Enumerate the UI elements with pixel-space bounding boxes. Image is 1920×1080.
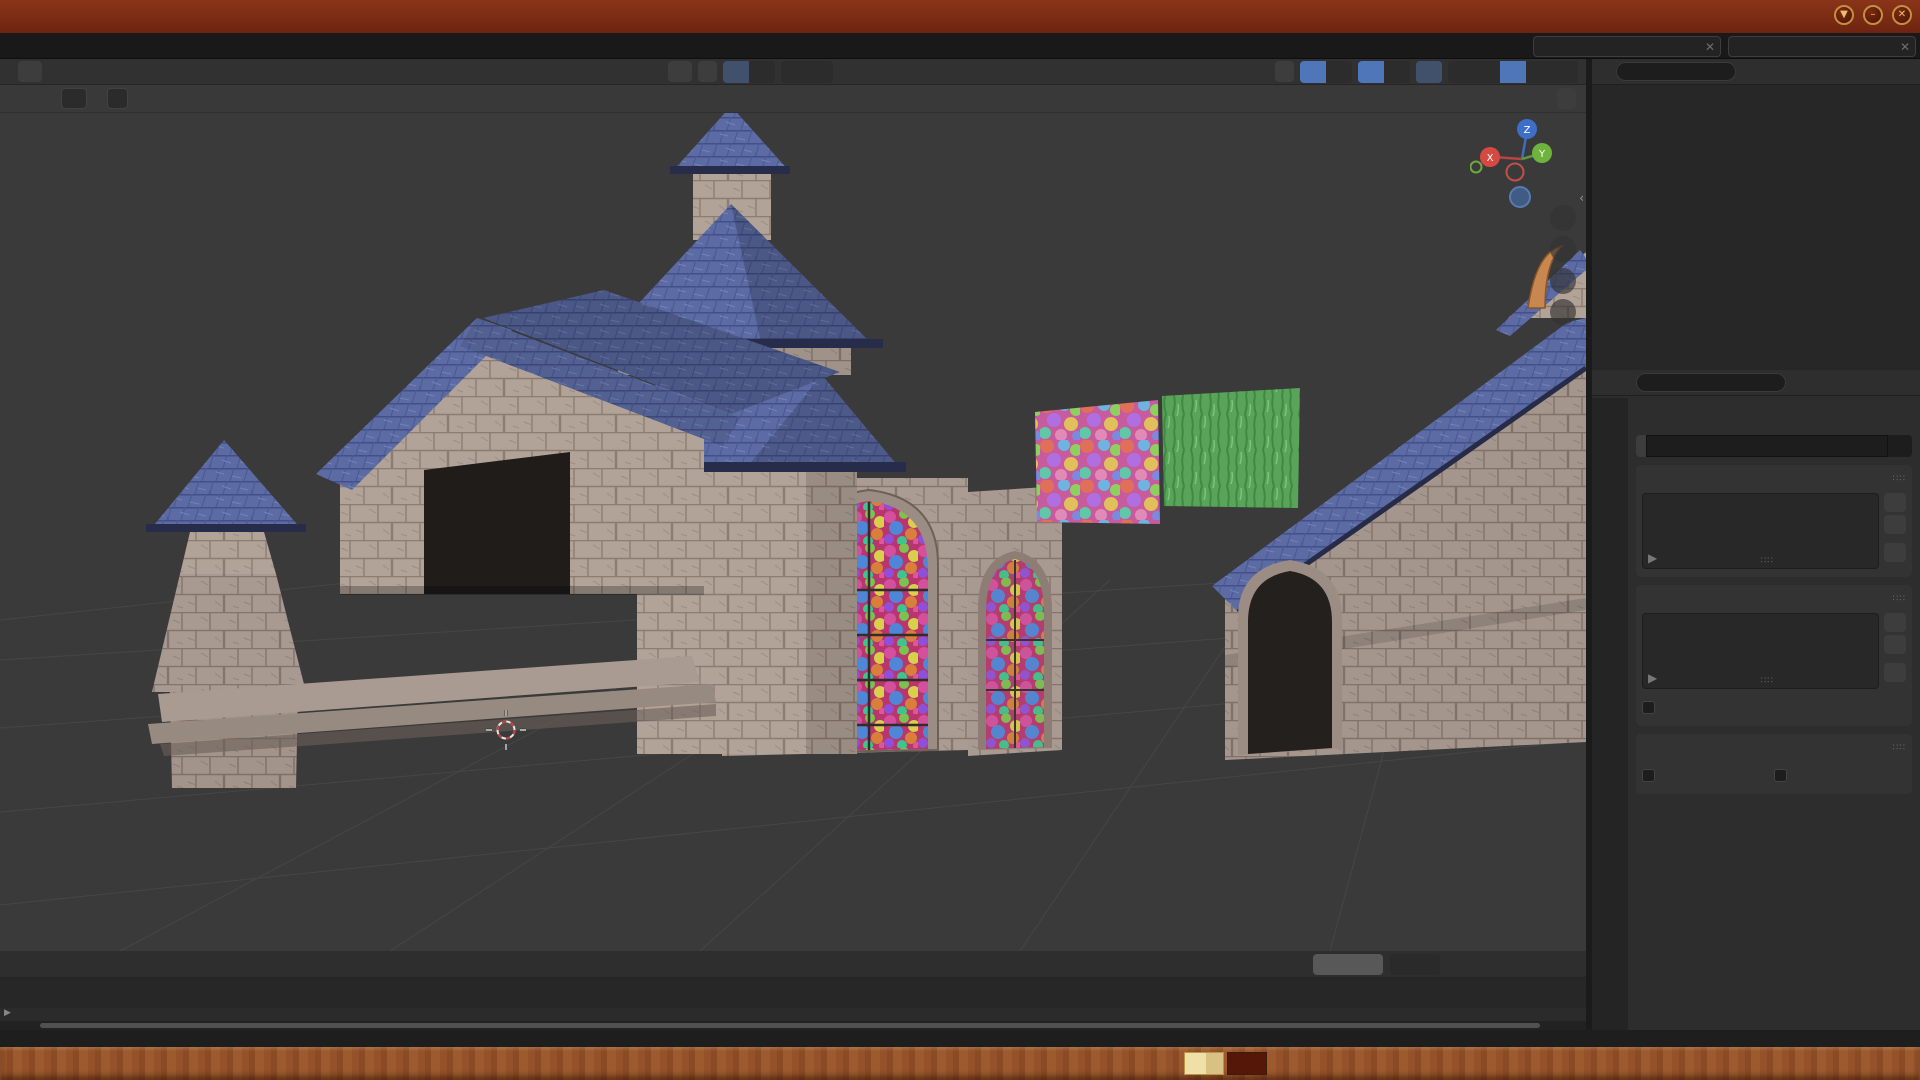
panel-grip[interactable]: ∷∷ (1893, 743, 1906, 753)
shading-options[interactable] (1552, 61, 1578, 83)
viewport-3d[interactable]: Z X Y ‹ (0, 113, 1586, 951)
remove-viewlayer-icon[interactable]: ✕ (1900, 40, 1910, 54)
overlays-options[interactable] (1384, 61, 1410, 83)
sidebar-toggle[interactable]: ‹ (1579, 191, 1584, 205)
gizmos-options[interactable] (1326, 61, 1352, 83)
panel-grip[interactable]: ∷∷ (1893, 474, 1906, 484)
window-titlebar[interactable]: ▼ – ✕ (0, 0, 1920, 33)
timeline-editor: ▶ (0, 951, 1586, 1030)
breadcrumb (1636, 404, 1912, 426)
babylon-panel-header[interactable]: ∷∷ (1642, 738, 1906, 758)
channel-expand-arrow[interactable]: ▶ (4, 1008, 11, 1018)
desktop-2[interactable] (1227, 1052, 1267, 1075)
zoom-button[interactable] (1550, 205, 1576, 231)
window-minimize-button[interactable]: – (1863, 5, 1883, 25)
vertex-group-specials[interactable] (1884, 543, 1906, 562)
add-rest-position-checkbox[interactable] (1642, 701, 1655, 714)
current-frame-field[interactable] (1313, 954, 1383, 975)
properties-search-input[interactable] (1636, 373, 1786, 392)
vertex-groups-header[interactable]: ∷∷ (1642, 469, 1906, 489)
shading-material-button[interactable] (1500, 61, 1526, 83)
proportional-edit-toggle[interactable] (781, 61, 807, 83)
blender-desktop: ▼ – ✕ ✕ ✕ (0, 0, 1920, 1080)
falloff-selector[interactable] (807, 61, 833, 83)
shape-key-specials[interactable] (1884, 663, 1906, 682)
remove-vertex-group-button[interactable] (1884, 515, 1906, 534)
timeline-track[interactable]: ▶ (0, 1008, 1586, 1021)
properties-editor: ∷∷ ▶ ∷∷ ∷∷ (1592, 370, 1920, 1030)
shape-keys-list[interactable]: ▶ ∷∷ (1642, 613, 1879, 689)
shading-solid-button[interactable] (1474, 61, 1500, 83)
ortho-toggle-button[interactable] (1550, 299, 1576, 325)
texture-plane-green (1162, 388, 1300, 508)
scene-render (0, 113, 1586, 951)
snap-mode-selector[interactable] (749, 61, 775, 83)
add-shape-key-button[interactable] (1884, 613, 1906, 632)
frame-range-fields[interactable] (1390, 954, 1440, 975)
vertex-groups-panel: ∷∷ ▶ ∷∷ (1636, 465, 1912, 577)
transform-orientation-selector[interactable] (668, 61, 692, 82)
options-dropdown[interactable] (1557, 88, 1576, 109)
unlink-scene-icon[interactable]: ✕ (1705, 40, 1715, 54)
orientation-selector[interactable] (61, 88, 87, 109)
vertex-groups-list[interactable]: ▶ ∷∷ (1642, 493, 1879, 569)
status-bar (0, 1030, 1920, 1047)
list-grip[interactable]: ∷∷ (1761, 556, 1774, 566)
play-reverse-button[interactable] (789, 954, 809, 974)
receive-shadows-checkbox[interactable] (1774, 769, 1787, 782)
shading-wireframe-button[interactable] (1448, 61, 1474, 83)
snap-toggle[interactable] (723, 61, 749, 83)
timeline-ruler[interactable] (0, 978, 1586, 1008)
next-keyframe-button[interactable] (833, 954, 853, 974)
outliner-search-input[interactable] (1616, 62, 1736, 81)
object-visibility-selector[interactable] (1275, 61, 1294, 82)
shading-rendered-button[interactable] (1526, 61, 1552, 83)
list-expand-arrow[interactable]: ▶ (1648, 551, 1657, 565)
desktop-taskbar (0, 1047, 1920, 1080)
overlays-toggle[interactable] (1358, 61, 1384, 83)
datablock-name-field[interactable] (1636, 435, 1912, 457)
cast-shadows-checkbox[interactable] (1642, 769, 1655, 782)
tool-settings-bar (0, 85, 1586, 113)
shape-keys-header[interactable]: ∷∷ (1642, 589, 1906, 609)
mode-selector[interactable] (18, 61, 42, 82)
texture-plane-voronoi (1035, 400, 1160, 524)
shape-keys-panel: ∷∷ ▶ ∷∷ (1636, 585, 1912, 726)
svg-text:X: X (1487, 153, 1494, 164)
jump-to-start-button[interactable] (745, 954, 765, 974)
pivot-point-selector[interactable] (698, 61, 717, 82)
pan-button[interactable] (1550, 236, 1576, 262)
properties-tabs (1592, 398, 1628, 1030)
play-button[interactable] (811, 954, 831, 974)
list-grip[interactable]: ∷∷ (1761, 676, 1774, 686)
panel-grip[interactable]: ∷∷ (1893, 594, 1906, 604)
window-shade-button[interactable]: ▼ (1834, 5, 1854, 25)
desktop-pager[interactable] (1184, 1052, 1267, 1075)
svg-text:Z: Z (1524, 125, 1531, 136)
viewport-header (0, 59, 1586, 85)
desktop-1[interactable] (1184, 1052, 1224, 1075)
scene-selector[interactable]: ✕ (1533, 36, 1721, 57)
jump-to-end-button[interactable] (855, 954, 875, 974)
xray-toggle[interactable] (1416, 61, 1442, 83)
list-expand-arrow[interactable]: ▶ (1648, 671, 1657, 685)
outliner-editor (1592, 59, 1920, 370)
viewlayer-selector[interactable]: ✕ (1728, 36, 1916, 57)
svg-text:Y: Y (1538, 149, 1546, 160)
gizmos-toggle[interactable] (1300, 61, 1326, 83)
window-close-button[interactable]: ✕ (1892, 5, 1912, 25)
camera-view-button[interactable] (1550, 268, 1576, 294)
remove-shape-key-button[interactable] (1884, 635, 1906, 654)
babylon-panel: ∷∷ (1636, 734, 1912, 794)
drag-selector[interactable] (107, 88, 128, 109)
prev-keyframe-button[interactable] (767, 954, 787, 974)
timeline-scrollbar[interactable] (0, 1021, 1586, 1030)
add-vertex-group-button[interactable] (1884, 493, 1906, 512)
